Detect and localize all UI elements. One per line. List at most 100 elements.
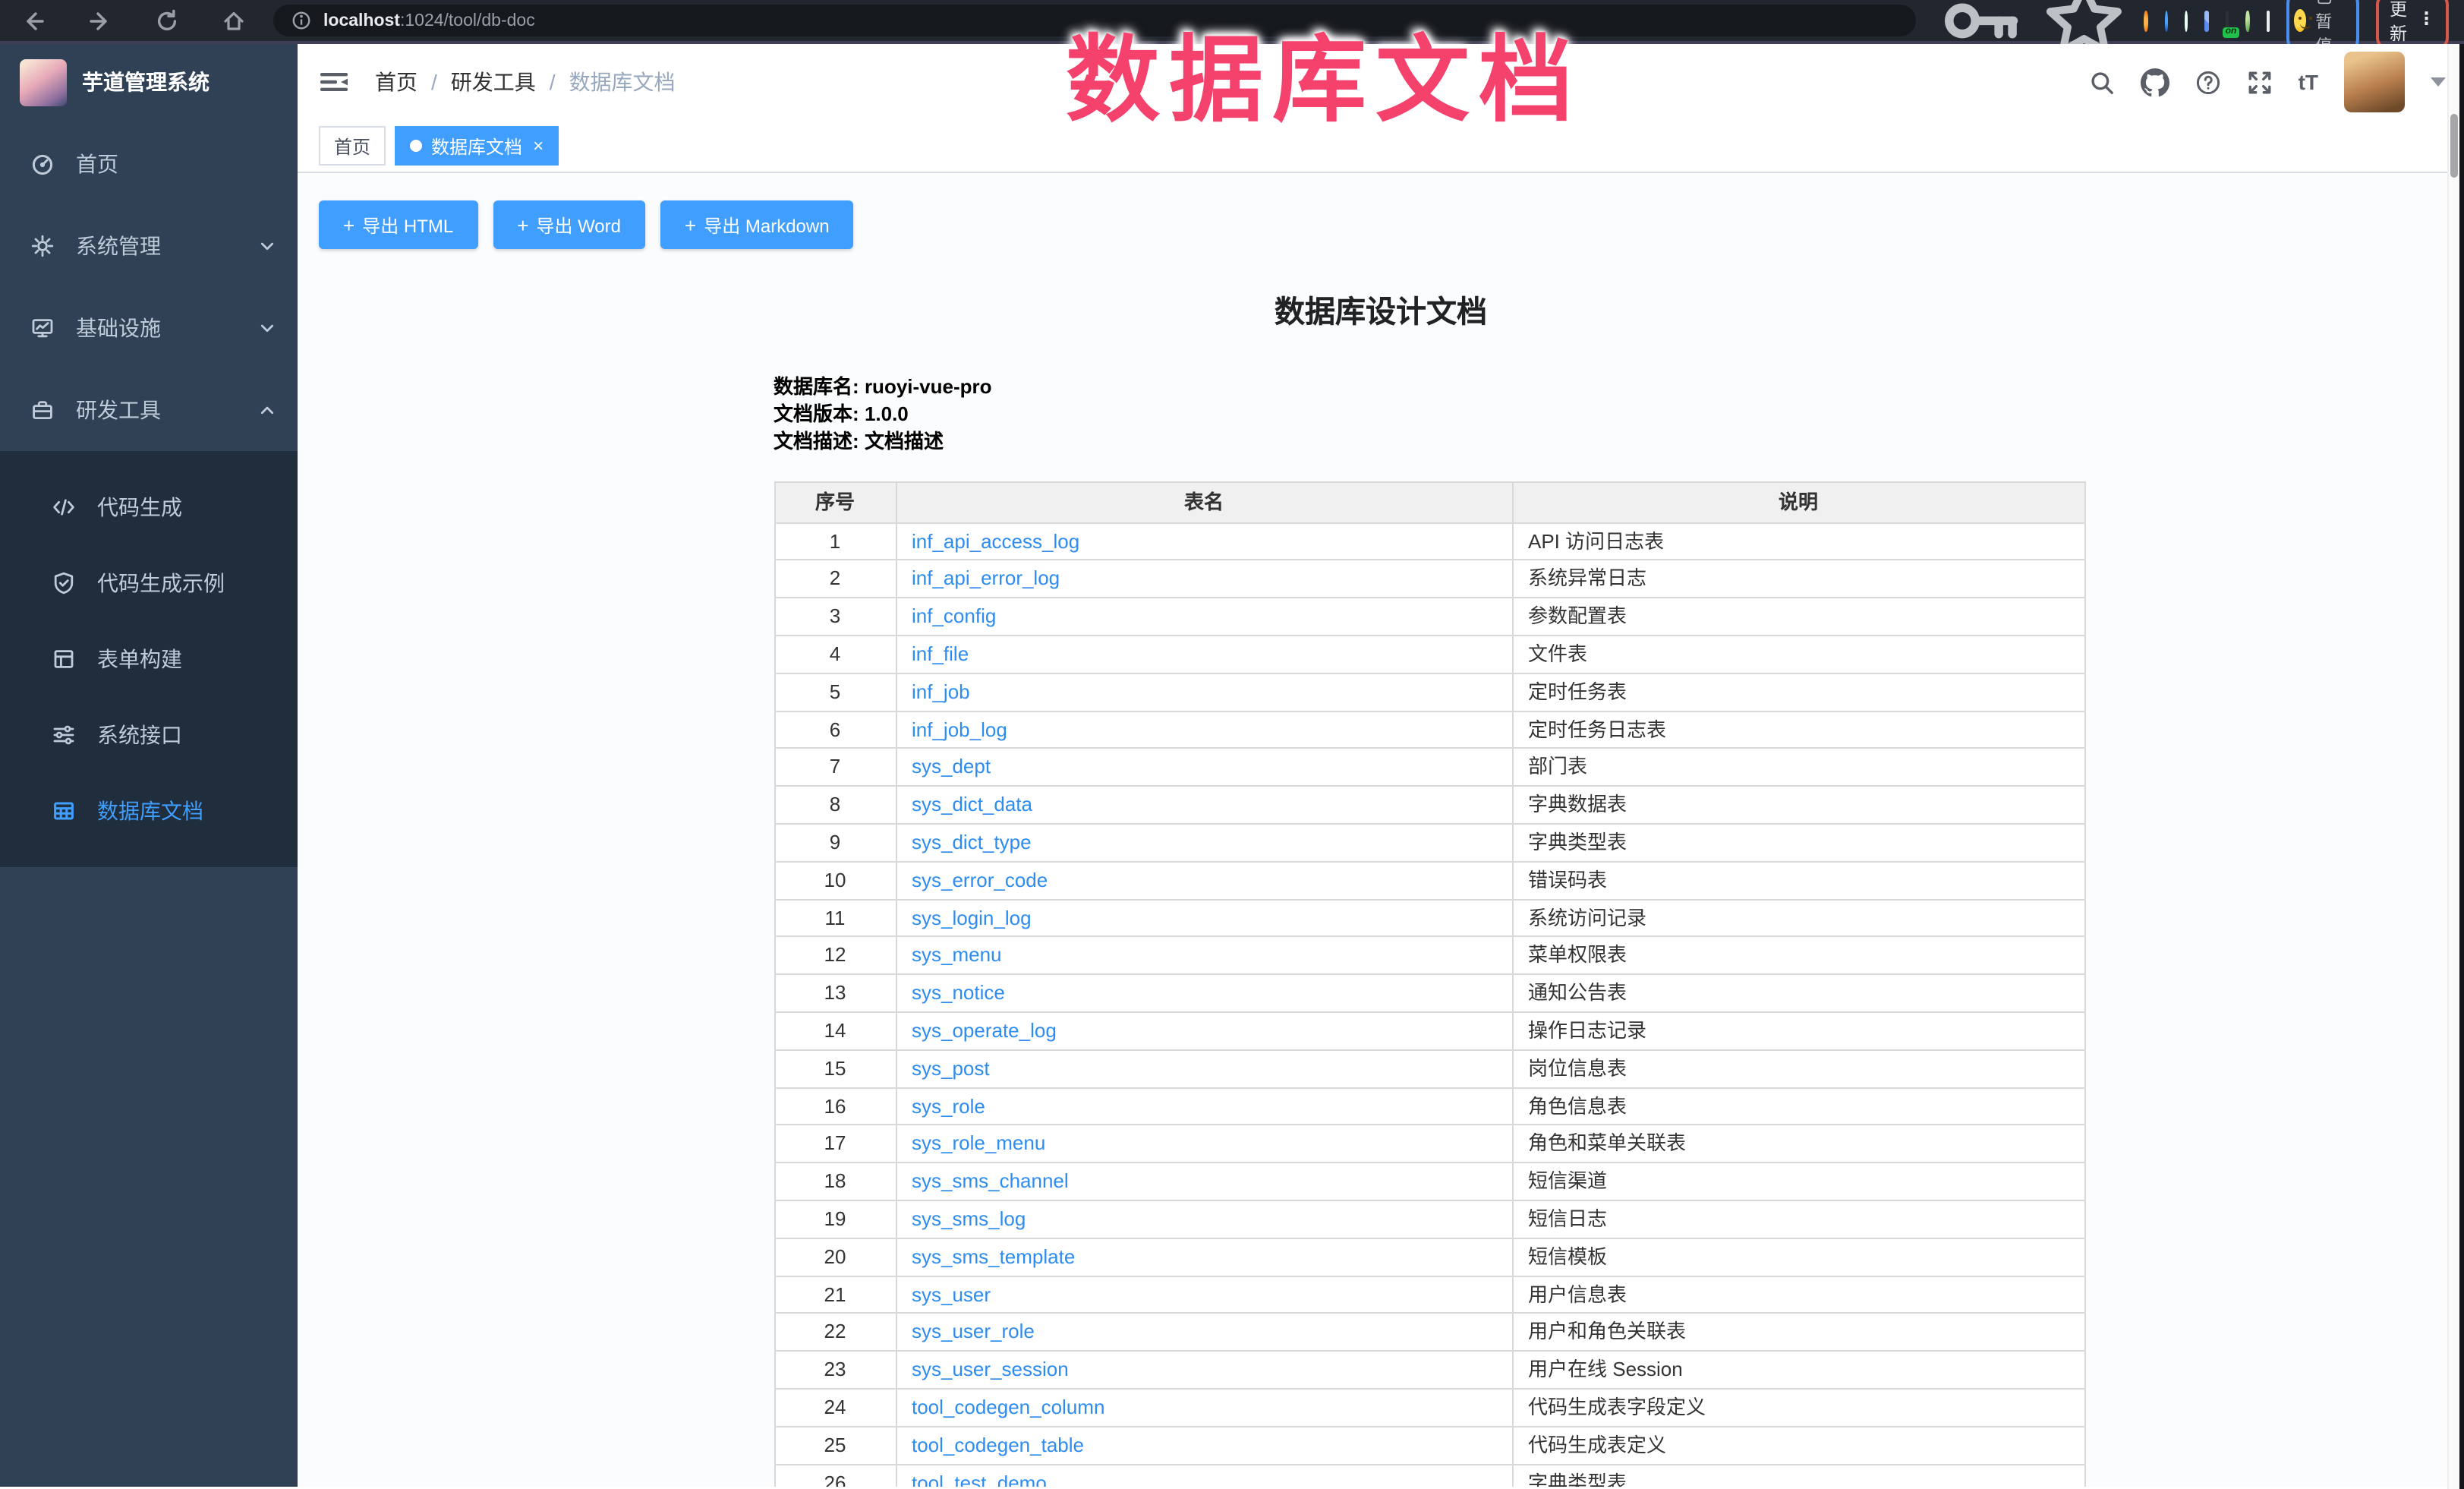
sidebar-item-codegen-demo[interactable]: 代码生成示例 <box>0 545 298 621</box>
table-row: 26tool_test_demo字典类型表 <box>774 1464 2084 1486</box>
grid-extension-icon[interactable] <box>2205 10 2209 31</box>
table-name-link[interactable]: inf_job_log <box>912 718 1007 740</box>
table-name-cell: sys_role <box>896 1087 1512 1125</box>
puzzle-extension-icon[interactable] <box>2266 10 2270 31</box>
table-name-link[interactable]: sys_dict_data <box>912 793 1032 815</box>
browser-menu-icon[interactable]: ⋮ <box>2418 12 2435 30</box>
sidebar-item-devtools[interactable]: 研发工具 <box>0 369 298 451</box>
table-desc-cell: 错误码表 <box>1512 862 2084 900</box>
caret-down-icon[interactable] <box>2431 77 2446 87</box>
tag-db-doc[interactable]: 数据库文档 × <box>395 126 559 166</box>
close-icon[interactable]: × <box>533 137 544 155</box>
table-name-link[interactable]: inf_api_access_log <box>912 529 1079 552</box>
table-name-link[interactable]: tool_codegen_column <box>912 1396 1104 1418</box>
table-name-link[interactable]: inf_config <box>912 604 996 627</box>
sidebar-item-form-builder[interactable]: 表单构建 <box>0 621 298 697</box>
table-name-link[interactable]: sys_role <box>912 1094 985 1117</box>
table-name-cell: sys_sms_template <box>896 1238 1512 1276</box>
user-avatar[interactable] <box>2344 52 2405 112</box>
row-index: 23 <box>774 1351 896 1389</box>
table-name-link[interactable]: sys_user_session <box>912 1358 1069 1380</box>
forward-icon[interactable] <box>88 8 112 33</box>
page-scrollbar-thumb[interactable] <box>2450 114 2458 178</box>
github-icon[interactable] <box>2141 68 2169 96</box>
table-desc-cell: 代码生成表字段定义 <box>1512 1389 2084 1427</box>
green-check-extension-icon[interactable] <box>2185 10 2188 31</box>
table-name-link[interactable]: sys_sms_log <box>912 1207 1026 1230</box>
browser-update-button[interactable]: 更新 ⋮ <box>2376 0 2449 49</box>
home-icon[interactable] <box>222 8 246 33</box>
switch-on-extension-icon[interactable]: on <box>2226 10 2229 31</box>
chevron-down-icon <box>258 237 276 255</box>
app-logo-row[interactable]: 芋道管理系统 <box>0 44 298 120</box>
row-index: 1 <box>774 522 896 560</box>
table-name-link[interactable]: sys_user_role <box>912 1320 1035 1343</box>
active-dot <box>410 140 422 152</box>
sidebar-fold-icon[interactable] <box>320 70 348 94</box>
main-panel: 首页 / 研发工具 / 数据库文档 tT 首页 <box>298 44 2464 1486</box>
export-word-button[interactable]: +导出 Word <box>493 200 645 249</box>
table-name-link[interactable]: sys_dept <box>912 756 991 778</box>
table-row: 1inf_api_access_logAPI 访问日志表 <box>774 522 2084 560</box>
table-name-link[interactable]: inf_file <box>912 642 969 665</box>
tag-home[interactable]: 首页 <box>319 126 386 166</box>
fullscreen-icon[interactable] <box>2247 69 2273 95</box>
tags-view: 首页 数据库文档 × <box>298 120 2464 173</box>
table-name-link[interactable]: sys_user <box>912 1282 991 1305</box>
orange-extension-icon[interactable] <box>2144 10 2148 31</box>
row-index: 6 <box>774 711 896 749</box>
export-html-button[interactable]: +导出 HTML <box>319 200 477 249</box>
table-name-link[interactable]: sys_dict_type <box>912 831 1032 853</box>
table-desc-cell: 角色和菜单关联表 <box>1512 1125 2084 1163</box>
row-index: 26 <box>774 1464 896 1486</box>
table-name-link[interactable]: tool_test_demo <box>912 1471 1047 1486</box>
column-header-desc: 说明 <box>1512 481 2084 522</box>
table-name-link[interactable]: sys_login_log <box>912 906 1032 929</box>
table-name-link[interactable]: sys_notice <box>912 981 1005 1004</box>
table-name-link[interactable]: inf_api_error_log <box>912 567 1060 590</box>
export-markdown-button[interactable]: +导出 Markdown <box>660 200 854 249</box>
profile-emoji-avatar <box>2294 9 2306 32</box>
help-icon[interactable] <box>2195 69 2221 95</box>
table-name-cell: inf_job <box>896 674 1512 711</box>
table-desc-cell: 操作日志记录 <box>1512 1012 2084 1050</box>
sidebar-item-system-api[interactable]: 系统接口 <box>0 697 298 773</box>
table-desc-cell: 角色信息表 <box>1512 1087 2084 1125</box>
table-name-link[interactable]: sys_menu <box>912 944 1002 967</box>
table-name-link[interactable]: sys_sms_channel <box>912 1169 1069 1192</box>
breadcrumb-item-home[interactable]: 首页 <box>375 67 417 97</box>
table-desc-cell: 系统访问记录 <box>1512 899 2084 937</box>
table-row: 5inf_job定时任务表 <box>774 674 2084 711</box>
sidebar-item-system[interactable]: 系统管理 <box>0 205 298 287</box>
table-row: 14sys_operate_log操作日志记录 <box>774 1012 2084 1050</box>
sidebar-item-home[interactable]: 首页 <box>0 123 298 205</box>
reload-icon[interactable] <box>155 8 179 33</box>
table-name-link[interactable]: sys_role_menu <box>912 1132 1045 1155</box>
pin-extension-icon[interactable] <box>2164 10 2168 31</box>
sidebar-item-codegen[interactable]: 代码生成 <box>0 469 298 545</box>
table-name-link[interactable]: sys_sms_template <box>912 1245 1075 1268</box>
leaf-extension-icon[interactable] <box>2245 10 2249 31</box>
table-desc-cell: 岗位信息表 <box>1512 1050 2084 1088</box>
table-name-cell: sys_user_role <box>896 1314 1512 1352</box>
sidebar-item-infra[interactable]: 基础设施 <box>0 287 298 369</box>
sidebar-item-db-doc[interactable]: 数据库文档 <box>0 773 298 849</box>
font-size-icon[interactable]: tT <box>2299 70 2318 94</box>
table-row: 17sys_role_menu角色和菜单关联表 <box>774 1125 2084 1163</box>
table-name-cell: sys_user_session <box>896 1351 1512 1389</box>
table-name-link[interactable]: sys_operate_log <box>912 1019 1057 1042</box>
row-index: 25 <box>774 1426 896 1464</box>
table-name-link[interactable]: inf_job <box>912 680 970 703</box>
breadcrumb-item-devtools[interactable]: 研发工具 <box>451 67 536 97</box>
site-info-icon[interactable] <box>291 11 311 30</box>
search-icon[interactable] <box>2089 69 2115 95</box>
table-name-link[interactable]: tool_codegen_table <box>912 1433 1084 1456</box>
table-name-link[interactable]: sys_post <box>912 1057 990 1080</box>
table-desc-cell: 短信日志 <box>1512 1200 2084 1238</box>
table-icon <box>52 799 76 823</box>
address-bar[interactable]: localhost:1024/tool/db-doc <box>273 5 1915 36</box>
row-index: 18 <box>774 1162 896 1200</box>
table-name-link[interactable]: sys_error_code <box>912 869 1048 891</box>
shield-check-icon <box>52 571 76 595</box>
back-icon[interactable] <box>21 8 46 33</box>
